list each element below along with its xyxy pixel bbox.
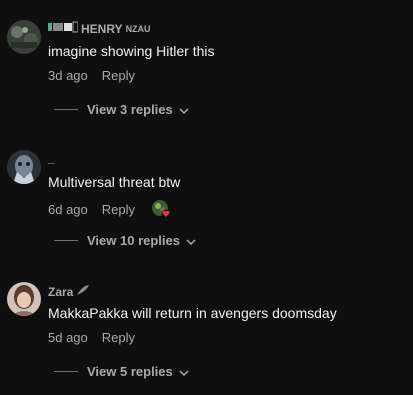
comment-text: Multiversal threat btw [48, 174, 181, 190]
chevron-down-icon [179, 102, 189, 117]
feather-icon [76, 284, 90, 299]
view-replies-button[interactable]: View 5 replies [54, 364, 189, 379]
comment-meta: 5d ago Reply [48, 330, 135, 345]
comment-meta: 6d ago Reply [48, 199, 171, 219]
comment-item: Zara MakkaPakka will return in avengers … [0, 262, 413, 395]
chevron-down-icon [186, 233, 196, 248]
view-replies-label: View 5 replies [87, 364, 173, 379]
view-replies-label: View 10 replies [87, 233, 180, 248]
avatar[interactable] [7, 150, 41, 184]
avatar[interactable] [7, 20, 41, 54]
username-decoration-icon [48, 21, 79, 36]
comment-author-name: HENRY [81, 21, 123, 36]
view-replies-button[interactable]: View 10 replies [54, 233, 196, 248]
reply-button[interactable]: Reply [102, 68, 135, 83]
comment-author-name: _ [48, 151, 55, 165]
comment-item: HENRY NZAU imagine showing Hitler this 3d… [0, 0, 413, 130]
comment-author-name: Zara [48, 284, 74, 299]
comment-author[interactable]: Zara [48, 284, 90, 299]
comment-timestamp[interactable]: 5d ago [48, 330, 88, 345]
comment-item: _ Multiversal threat btw 6d ago Reply Vi… [0, 130, 413, 260]
reply-button[interactable]: Reply [102, 202, 135, 217]
comment-author[interactable]: _ [48, 151, 55, 165]
reply-button[interactable]: Reply [102, 330, 135, 345]
creator-heart-badge [151, 199, 171, 219]
avatar[interactable] [7, 282, 41, 316]
comment-text: MakkaPakka will return in avengers dooms… [48, 305, 337, 321]
comment-timestamp[interactable]: 6d ago [48, 202, 88, 217]
comment-meta: 3d ago Reply [48, 68, 135, 83]
comment-author-suffix: NZAU [125, 23, 151, 34]
comment-text: imagine showing Hitler this [48, 43, 215, 59]
comment-author[interactable]: HENRY NZAU [48, 21, 151, 36]
replies-divider [54, 371, 78, 372]
chevron-down-icon [179, 364, 189, 379]
comment-timestamp[interactable]: 3d ago [48, 68, 88, 83]
view-replies-button[interactable]: View 3 replies [54, 102, 189, 117]
view-replies-label: View 3 replies [87, 102, 173, 117]
replies-divider [54, 109, 78, 110]
replies-divider [54, 240, 78, 241]
